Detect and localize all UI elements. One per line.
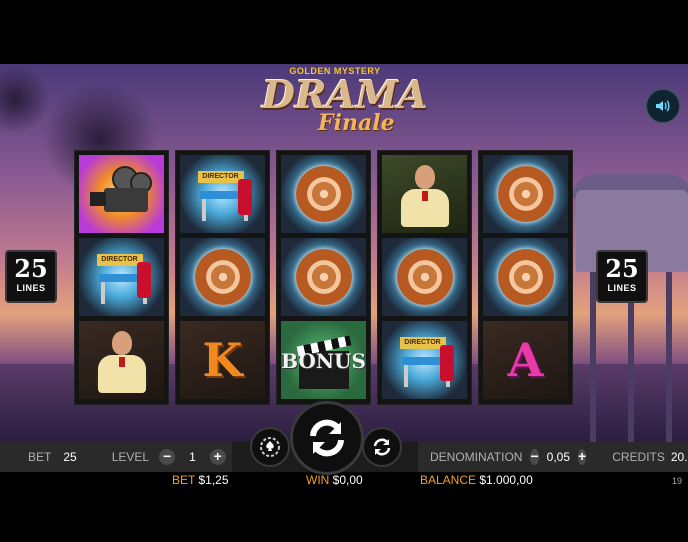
director-chair-icon: DIRECTOR xyxy=(93,248,151,306)
credits-label: CREDITS xyxy=(612,450,665,464)
paylines-label: LINES xyxy=(607,283,637,293)
film-reel-icon xyxy=(497,249,554,305)
level-increase-button[interactable]: + xyxy=(209,449,226,465)
mob-boss-icon xyxy=(388,161,461,227)
credits-value: 20.000 xyxy=(670,450,688,464)
reel-5: A xyxy=(478,150,573,405)
level-decrease-button[interactable]: − xyxy=(159,449,176,465)
symbol-letter-a: A xyxy=(483,321,568,399)
letter-k: K xyxy=(202,333,243,387)
speaker-icon xyxy=(656,100,670,112)
film-reel-icon xyxy=(295,166,352,222)
film-reel-icon xyxy=(295,249,352,305)
movie-camera-icon xyxy=(89,166,154,222)
reel-2: DIRECTOR K xyxy=(175,150,270,405)
info-bet-label: BET xyxy=(172,473,196,487)
paylines-badge-right: 25 LINES xyxy=(596,250,648,303)
denomination-increase-button[interactable]: + xyxy=(578,449,587,465)
symbol-bonus: BONUS xyxy=(281,321,366,399)
symbol-film-reel xyxy=(483,238,568,316)
game-logo: GOLDEN MYSTERY DRAMA Finale xyxy=(262,66,428,148)
symbol-director-chair: DIRECTOR xyxy=(382,321,467,399)
film-reel-icon xyxy=(396,249,453,305)
spin-arrows-icon xyxy=(310,419,344,457)
logo-title-drama: DRAMA xyxy=(262,72,428,117)
spin-button[interactable] xyxy=(290,401,364,475)
paylines-label: LINES xyxy=(16,283,46,293)
reel-4: DIRECTOR xyxy=(377,150,472,405)
paylines-count: 25 xyxy=(605,254,639,283)
info-balance-label: BALANCE xyxy=(420,473,477,487)
quick-spin-button[interactable] xyxy=(362,427,402,467)
bet-value: 25 xyxy=(63,450,77,464)
denomination-decrease-button[interactable]: − xyxy=(530,449,539,465)
info-balance: BALANCE $1.000,00 xyxy=(420,473,533,487)
symbol-film-reel xyxy=(180,238,265,316)
symbol-film-reel xyxy=(281,238,366,316)
level-value: 1 xyxy=(189,450,196,464)
letter-a: A xyxy=(507,333,544,387)
symbol-film-reel xyxy=(281,155,366,233)
film-reel-icon xyxy=(497,166,554,222)
info-win-value: $0,00 xyxy=(332,473,363,487)
bet-level-panel: BET 25 LEVEL − 1 + xyxy=(0,442,232,472)
quick-spin-icon xyxy=(373,438,391,456)
denomination-value: 0,05 xyxy=(546,450,570,464)
bonus-text: BONUS xyxy=(281,349,366,373)
symbol-letter-k: K xyxy=(180,321,265,399)
director-chair-icon: DIRECTOR xyxy=(194,165,252,223)
symbol-film-reel xyxy=(483,155,568,233)
symbol-director-chair: DIRECTOR xyxy=(79,238,164,316)
paylines-badge-left: 25 LINES xyxy=(5,250,57,303)
symbol-mob-boss xyxy=(79,321,164,399)
symbol-mob-boss xyxy=(382,155,467,233)
symbol-director-chair: DIRECTOR xyxy=(180,155,265,233)
water-tower xyxy=(566,174,688,442)
paylines-count: 25 xyxy=(14,254,48,283)
level-label: LEVEL xyxy=(111,450,150,464)
clapperboard-icon: BONUS xyxy=(281,321,366,399)
autoplay-button[interactable] xyxy=(250,427,290,467)
spade-chip-icon xyxy=(260,437,280,457)
denomination-credits-panel: DENOMINATION − 0,05 + CREDITS 20.000 xyxy=(418,442,688,472)
info-win: WIN $0,00 xyxy=(306,473,363,487)
symbol-camera xyxy=(79,155,164,233)
film-reel-icon xyxy=(194,249,251,305)
mob-boss-icon xyxy=(85,327,158,393)
director-chair-icon: DIRECTOR xyxy=(396,331,454,389)
logo-title-finale: Finale xyxy=(318,110,395,136)
sound-toggle-button[interactable] xyxy=(646,89,680,123)
reel-grid: DIRECTOR DIRECTOR K BONUS DIRECTOR A xyxy=(74,150,573,405)
symbol-film-reel xyxy=(382,238,467,316)
info-balance-value: $1.000,00 xyxy=(479,473,533,487)
info-win-label: WIN xyxy=(306,473,330,487)
info-bet: BET $1,25 xyxy=(172,473,229,487)
reel-3: BONUS xyxy=(276,150,371,405)
corner-counter: 19 xyxy=(672,476,683,486)
reel-1: DIRECTOR xyxy=(74,150,169,405)
denomination-label: DENOMINATION xyxy=(430,450,523,464)
bet-label: BET xyxy=(28,450,52,464)
info-bet-value: $1,25 xyxy=(198,473,229,487)
